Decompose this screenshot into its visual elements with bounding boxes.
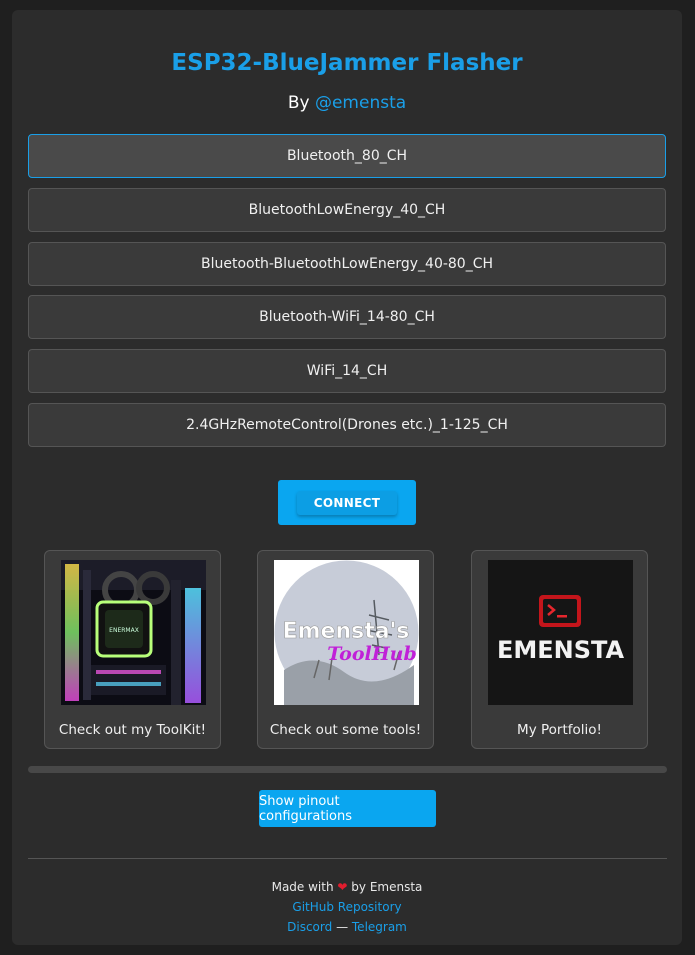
pc-hardware-image: ENERMAX — [61, 560, 206, 705]
option-label: Bluetooth-WiFi_14-80_CH — [259, 309, 435, 325]
show-pinout-button[interactable]: Show pinout configurations — [259, 790, 436, 827]
link-separator: — — [336, 920, 349, 934]
page-title: ESP32-BlueJammer Flasher — [171, 50, 523, 76]
option-ble-40[interactable]: BluetoothLowEnergy_40_CH — [28, 188, 666, 232]
telegram-link[interactable]: Telegram — [352, 920, 407, 934]
toolkit-card[interactable]: ENERMAX Check out my ToolKit! — [44, 550, 221, 749]
option-label: 2.4GHzRemoteControl(Drones etc.)_1-125_C… — [186, 417, 508, 433]
svg-text:ToolHub: ToolHub — [327, 643, 417, 665]
option-label: Bluetooth-BluetoothLowEnergy_40-80_CH — [200, 256, 494, 272]
by-author-text: by Emensta — [351, 880, 423, 894]
toolkit-caption: Check out my ToolKit! — [58, 722, 207, 738]
progress-track — [28, 766, 667, 773]
byline: By @emensta — [12, 93, 682, 113]
main-panel: ESP32-BlueJammer Flasher By @emensta Blu… — [12, 10, 682, 945]
option-label: Bluetooth_80_CH — [286, 148, 408, 164]
discord-link[interactable]: Discord — [287, 920, 332, 934]
by-prefix: By — [287, 93, 310, 113]
github-link[interactable]: GitHub Repository — [292, 900, 401, 914]
connect-button[interactable]: CONNECT — [278, 480, 416, 525]
portfolio-card[interactable]: EMENSTA My Portfolio! — [471, 550, 648, 749]
footer-credit: Made with ❤ by Emensta — [12, 877, 682, 897]
heart-icon: ❤ — [337, 880, 348, 894]
option-bt-wifi-14-80[interactable]: Bluetooth-WiFi_14-80_CH — [28, 295, 666, 339]
toolhub-logo-image: Emensta's ToolHub — [274, 560, 419, 705]
option-bt-ble-40-80[interactable]: Bluetooth-BluetoothLowEnergy_40-80_CH — [28, 242, 666, 286]
option-wifi-14[interactable]: WiFi_14_CH — [28, 349, 666, 393]
footer-divider — [28, 858, 667, 859]
option-rc-1-125[interactable]: 2.4GHzRemoteControl(Drones etc.)_1-125_C… — [28, 403, 666, 447]
footer: Made with ❤ by Emensta GitHub Repository… — [12, 877, 682, 937]
emensta-logo-image: EMENSTA — [488, 560, 633, 705]
option-label: BluetoothLowEnergy_40_CH — [248, 202, 446, 218]
tools-card[interactable]: Emensta's ToolHub Check out some tools! — [257, 550, 434, 749]
option-label: WiFi_14_CH — [306, 363, 388, 379]
option-bluetooth-80[interactable]: Bluetooth_80_CH — [28, 134, 666, 178]
made-with-text: Made with — [271, 880, 334, 894]
connect-label: CONNECT — [297, 490, 397, 515]
tools-caption: Check out some tools! — [269, 722, 422, 738]
svg-text:ENERMAX: ENERMAX — [109, 627, 139, 634]
svg-text:Emensta's: Emensta's — [283, 619, 410, 644]
author-handle-link[interactable]: @emensta — [315, 93, 406, 113]
portfolio-caption: My Portfolio! — [517, 722, 602, 738]
svg-text:EMENSTA: EMENSTA — [497, 636, 625, 664]
